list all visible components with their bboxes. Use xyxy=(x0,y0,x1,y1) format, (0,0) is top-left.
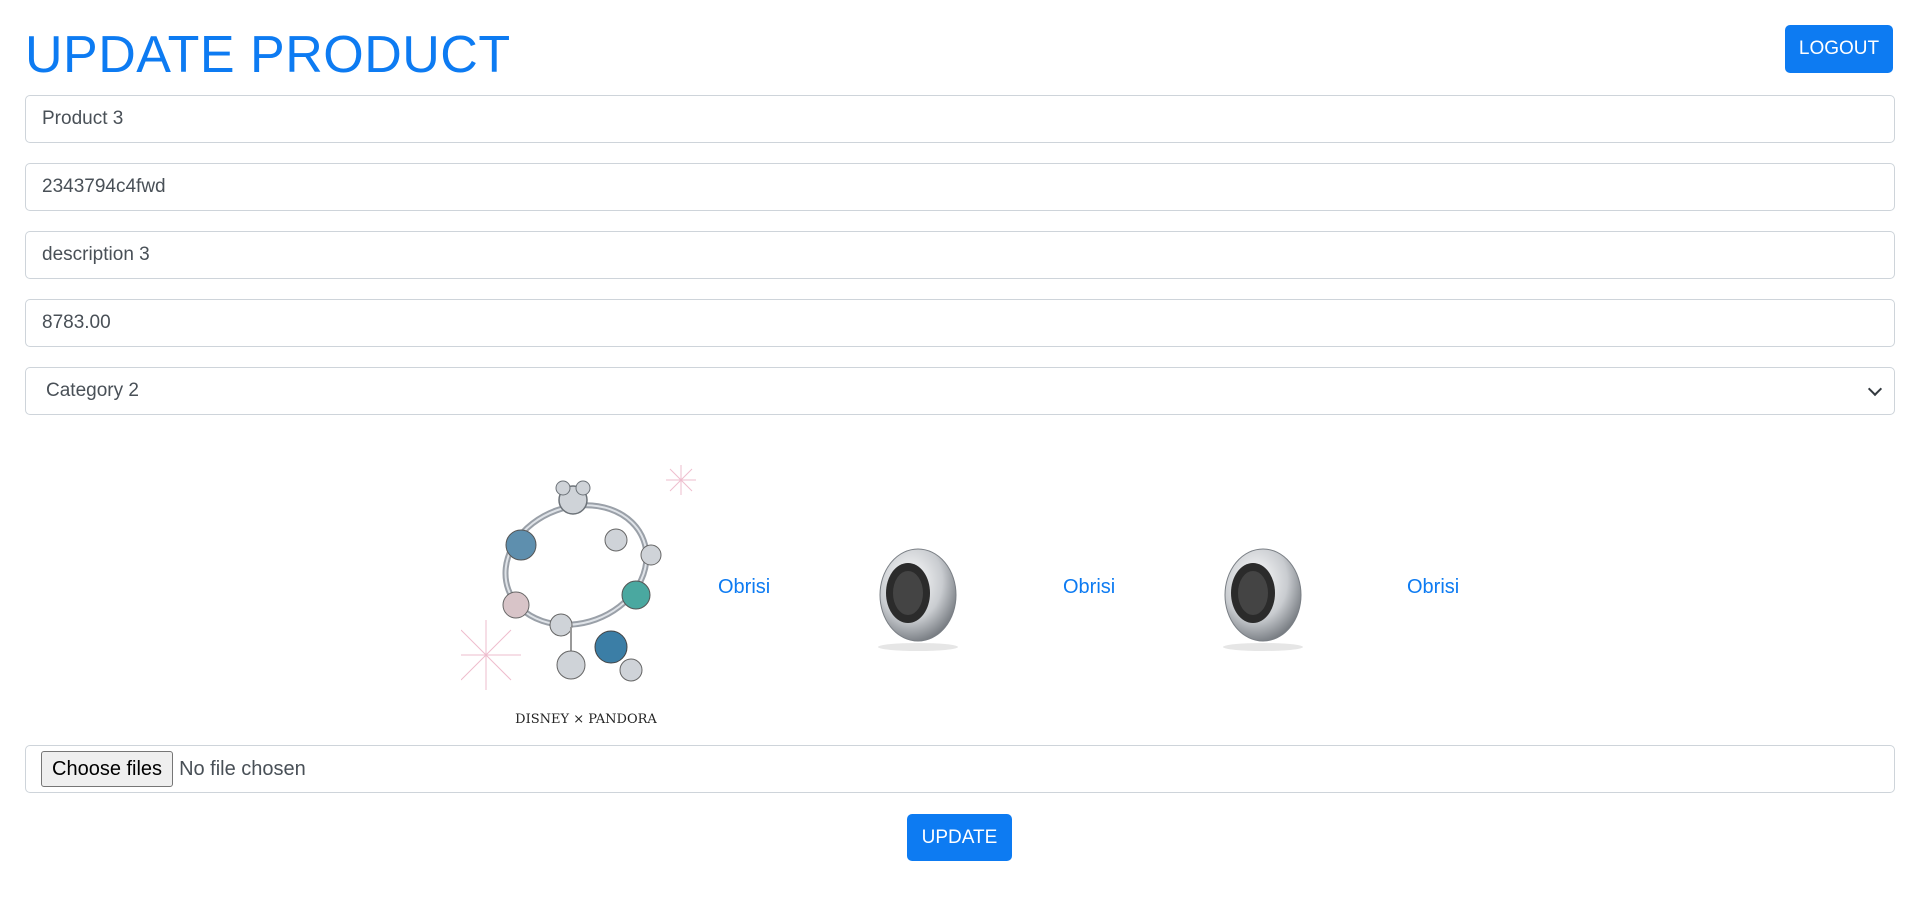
product-description-input[interactable] xyxy=(25,231,1895,279)
category-select[interactable]: Category 2 xyxy=(25,367,1895,415)
product-images: DISNEY × PANDORA Obrisi Obrisi Obrisi xyxy=(461,455,1561,745)
product-code-wrap xyxy=(25,163,1895,211)
header: UPDATE PRODUCT LOGOUT xyxy=(25,0,1895,95)
product-description-wrap xyxy=(25,231,1895,279)
bracelet-brand-text: DISNEY × PANDORA xyxy=(515,712,657,727)
category-selected-value: Category 2 xyxy=(46,380,139,401)
update-button[interactable]: UPDATE xyxy=(907,814,1012,861)
product-code-input[interactable] xyxy=(25,163,1895,211)
delete-image-2-link[interactable]: Obrisi xyxy=(1063,576,1115,599)
file-upload-field[interactable]: Choose files No file chosen xyxy=(25,745,1895,793)
delete-image-1-link[interactable]: Obrisi xyxy=(718,576,770,599)
product-price-input[interactable] xyxy=(25,299,1895,347)
product-name-input[interactable] xyxy=(25,95,1895,143)
bracelet-image: DISNEY × PANDORA xyxy=(461,455,701,745)
choose-files-button[interactable]: Choose files xyxy=(41,751,174,787)
update-product-page: UPDATE PRODUCT LOGOUT Category 2 xyxy=(0,0,1920,912)
logout-button[interactable]: LOGOUT xyxy=(1785,25,1893,73)
charm-image-2 xyxy=(1223,548,1303,651)
file-status-text: No file chosen xyxy=(179,757,306,780)
chevron-down-icon xyxy=(1867,381,1883,397)
page-title: UPDATE PRODUCT xyxy=(25,26,511,84)
product-price-wrap xyxy=(25,299,1895,347)
charm-image-1 xyxy=(878,548,958,651)
delete-image-3-link[interactable]: Obrisi xyxy=(1407,576,1459,599)
product-name-wrap xyxy=(25,95,1895,143)
